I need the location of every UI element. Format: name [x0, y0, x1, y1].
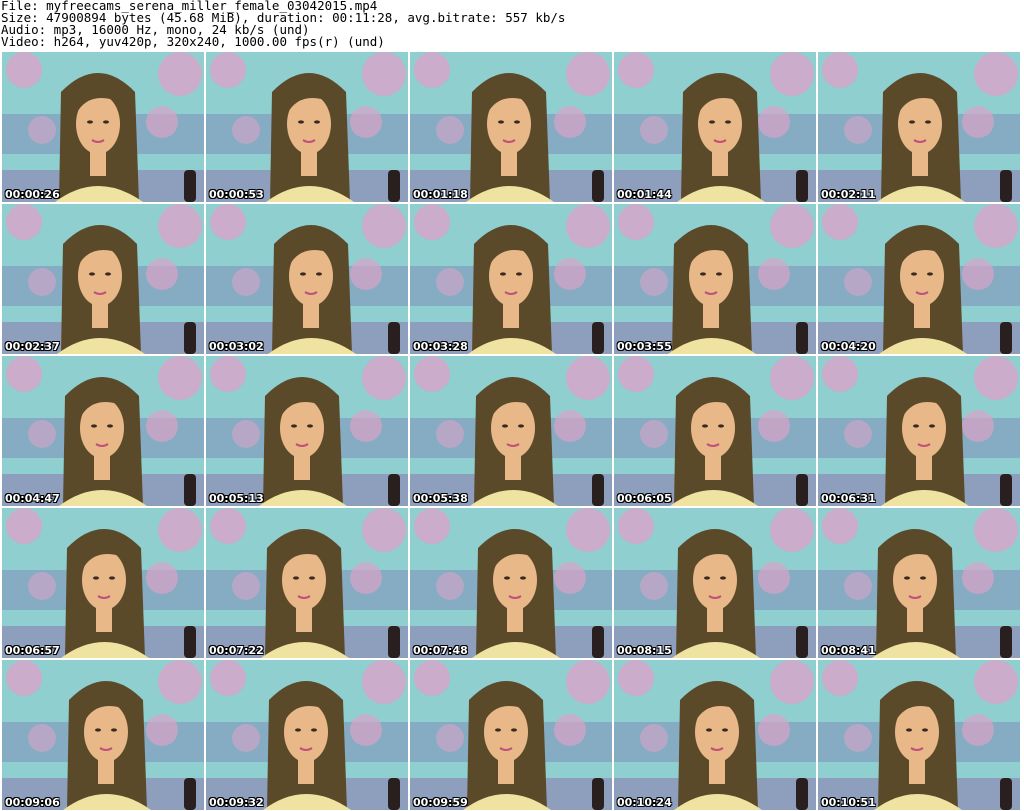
- video-frame-thumbnail: 00:06:31: [818, 356, 1020, 506]
- frame-timestamp: 00:08:15: [617, 644, 672, 657]
- frame-timestamp: 00:09:59: [413, 796, 468, 809]
- thumbnail-grid: 00:00:26 00:00:53 00:01:18 00:01:44 00:02:11…: [0, 50, 1024, 811]
- video-frame-thumbnail: 00:04:20: [818, 204, 1020, 354]
- frame-timestamp: 00:02:37: [5, 340, 60, 353]
- video-frame-thumbnail: 00:10:24: [614, 660, 816, 810]
- frame-image: [818, 204, 1020, 354]
- frame-timestamp: 00:10:24: [617, 796, 672, 809]
- frame-timestamp: 00:06:57: [5, 644, 60, 657]
- video-frame-thumbnail: 00:10:51: [818, 660, 1020, 810]
- frame-image: [614, 508, 816, 658]
- frame-image: [614, 356, 816, 506]
- frame-timestamp: 00:05:38: [413, 492, 468, 505]
- frame-timestamp: 00:09:32: [209, 796, 264, 809]
- contact-sheet-header: File: myfreecams_serena_miller_female_03…: [0, 0, 1024, 50]
- video-frame-thumbnail: 00:08:41: [818, 508, 1020, 658]
- frame-timestamp: 00:01:44: [617, 188, 672, 201]
- frame-image: [2, 204, 204, 354]
- frame-timestamp: 00:07:48: [413, 644, 468, 657]
- video-frame-thumbnail: 00:03:28: [410, 204, 612, 354]
- video-frame-thumbnail: 00:03:55: [614, 204, 816, 354]
- frame-timestamp: 00:08:41: [821, 644, 876, 657]
- video-frame-thumbnail: 00:06:05: [614, 356, 816, 506]
- frame-image: [206, 660, 408, 810]
- frame-image: [410, 508, 612, 658]
- frame-image: [614, 204, 816, 354]
- frame-image: [818, 356, 1020, 506]
- frame-timestamp: 00:09:06: [5, 796, 60, 809]
- frame-image: [818, 660, 1020, 810]
- frame-timestamp: 00:04:47: [5, 492, 60, 505]
- frame-image: [2, 508, 204, 658]
- video-frame-thumbnail: 00:00:26: [2, 52, 204, 202]
- frame-timestamp: 00:10:51: [821, 796, 876, 809]
- frame-timestamp: 00:00:53: [209, 188, 264, 201]
- frame-image: [410, 52, 612, 202]
- frame-image: [206, 356, 408, 506]
- video-frame-thumbnail: 00:02:11: [818, 52, 1020, 202]
- video-frame-thumbnail: 00:07:48: [410, 508, 612, 658]
- video-frame-thumbnail: 00:09:32: [206, 660, 408, 810]
- frame-timestamp: 00:01:18: [413, 188, 468, 201]
- frame-image: [206, 204, 408, 354]
- frame-timestamp: 00:04:20: [821, 340, 876, 353]
- frame-image: [410, 356, 612, 506]
- video-frame-thumbnail: 00:09:59: [410, 660, 612, 810]
- frame-timestamp: 00:00:26: [5, 188, 60, 201]
- video-frame-thumbnail: 00:06:57: [2, 508, 204, 658]
- frame-timestamp: 00:05:13: [209, 492, 264, 505]
- frame-image: [614, 52, 816, 202]
- frame-image: [410, 204, 612, 354]
- video-frame-thumbnail: 00:09:06: [2, 660, 204, 810]
- video-frame-thumbnail: 00:04:47: [2, 356, 204, 506]
- frame-timestamp: 00:06:31: [821, 492, 876, 505]
- frame-image: [206, 52, 408, 202]
- frame-image: [2, 660, 204, 810]
- video-frame-thumbnail: 00:02:37: [2, 204, 204, 354]
- video-frame-thumbnail: 00:05:13: [206, 356, 408, 506]
- frame-image: [614, 660, 816, 810]
- frame-image: [2, 52, 204, 202]
- frame-image: [410, 660, 612, 810]
- video-frame-thumbnail: 00:00:53: [206, 52, 408, 202]
- video-frame-thumbnail: 00:08:15: [614, 508, 816, 658]
- frame-image: [2, 356, 204, 506]
- frame-image: [818, 52, 1020, 202]
- frame-timestamp: 00:03:28: [413, 340, 468, 353]
- video-info-line: Video: h264, yuv420p, 320x240, 1000.00 f…: [1, 34, 385, 49]
- video-frame-thumbnail: 00:03:02: [206, 204, 408, 354]
- video-frame-thumbnail: 00:01:44: [614, 52, 816, 202]
- frame-image: [206, 508, 408, 658]
- frame-image: [818, 508, 1020, 658]
- frame-timestamp: 00:02:11: [821, 188, 876, 201]
- frame-timestamp: 00:03:02: [209, 340, 264, 353]
- video-frame-thumbnail: 00:01:18: [410, 52, 612, 202]
- frame-timestamp: 00:06:05: [617, 492, 672, 505]
- frame-timestamp: 00:03:55: [617, 340, 672, 353]
- video-frame-thumbnail: 00:07:22: [206, 508, 408, 658]
- video-frame-thumbnail: 00:05:38: [410, 356, 612, 506]
- frame-timestamp: 00:07:22: [209, 644, 264, 657]
